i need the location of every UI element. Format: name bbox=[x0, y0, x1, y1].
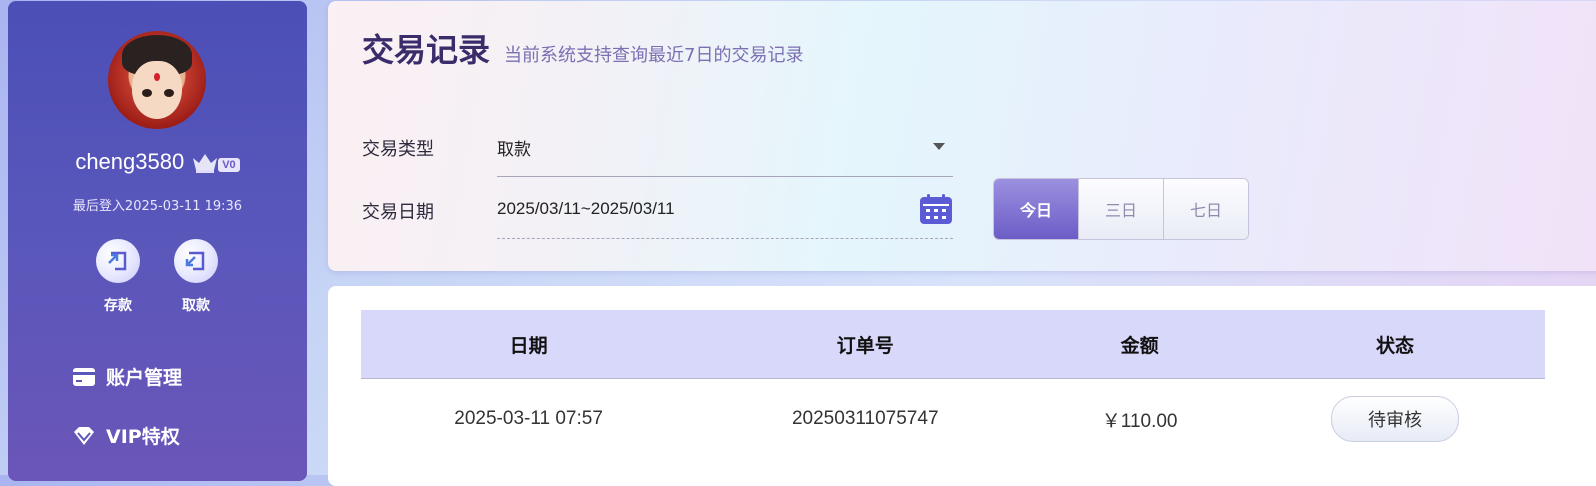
cell-date: 2025-03-11 07:57 bbox=[454, 408, 603, 429]
card-icon bbox=[73, 367, 95, 386]
deposit-icon bbox=[96, 239, 140, 283]
filter-panel: 交易记录 当前系统支持查询最近7日的交易记录 交易类型 取款 交易日期 2025… bbox=[328, 1, 1596, 271]
nav-account-label: 账户管理 bbox=[106, 367, 183, 389]
avatar[interactable] bbox=[108, 31, 206, 129]
nav-vip-privileges[interactable]: VIP特权 bbox=[72, 422, 180, 449]
transaction-type-label: 交易类型 bbox=[362, 139, 434, 160]
transactions-table: 日期 订单号 金额 状态 2025-03-11 07:57 2025031107… bbox=[361, 310, 1545, 459]
date-range-shortcuts: 今日 三日 七日 bbox=[993, 178, 1249, 240]
cell-order-number: 20250311075747 bbox=[791, 408, 939, 429]
page-subtitle: 当前系统支持查询最近7日的交易记录 bbox=[504, 45, 804, 66]
nav-vip-label: VIP特权 bbox=[106, 426, 180, 448]
transaction-type-value: 取款 bbox=[497, 140, 531, 160]
caret-down-icon bbox=[933, 143, 945, 150]
range-three-days-button[interactable]: 三日 bbox=[1078, 179, 1163, 239]
range-seven-days-button[interactable]: 七日 bbox=[1163, 179, 1248, 239]
diamond-icon bbox=[74, 426, 94, 445]
cell-amount: ￥110.00 bbox=[1101, 410, 1178, 432]
withdraw-label: 取款 bbox=[182, 298, 210, 314]
status-badge: 待审核 bbox=[1331, 396, 1459, 442]
username: cheng3580 bbox=[75, 149, 185, 174]
user-info: cheng3580 V0 bbox=[8, 147, 307, 177]
nav-account-management[interactable]: 账户管理 bbox=[72, 363, 182, 390]
column-header-date: 日期 bbox=[361, 310, 697, 379]
column-header-order: 订单号 bbox=[696, 310, 1035, 379]
range-today-button[interactable]: 今日 bbox=[994, 179, 1078, 239]
quick-actions: 存款 取款 bbox=[96, 239, 218, 315]
column-header-amount: 金额 bbox=[1034, 310, 1245, 379]
deposit-button[interactable]: 存款 bbox=[96, 239, 140, 315]
transaction-date-label: 交易日期 bbox=[362, 202, 434, 223]
sidebar: cheng3580 V0 最后登入2025-03-11 19:36 存款 取款 … bbox=[8, 1, 307, 481]
calendar-icon[interactable] bbox=[919, 193, 953, 225]
avatar-left-eye bbox=[142, 89, 152, 97]
last-login-text: 最后登入2025-03-11 19:36 bbox=[72, 199, 243, 214]
crown-icon bbox=[193, 154, 218, 173]
avatar-right-eye bbox=[164, 89, 174, 97]
results-panel: 日期 订单号 金额 状态 2025-03-11 07:57 2025031107… bbox=[328, 286, 1596, 486]
table-header-row: 日期 订单号 金额 状态 bbox=[361, 310, 1545, 379]
table-row[interactable]: 2025-03-11 07:57 20250311075747 ￥110.00 … bbox=[361, 379, 1545, 460]
column-header-status: 状态 bbox=[1245, 310, 1545, 379]
avatar-forehead-mark bbox=[154, 73, 160, 81]
transaction-type-select[interactable]: 取款 bbox=[497, 125, 953, 177]
page-title: 交易记录 bbox=[362, 31, 491, 69]
deposit-label: 存款 bbox=[104, 298, 132, 314]
cell-status: 待审核 bbox=[1245, 379, 1545, 460]
date-range-value: 2025/03/11~2025/03/11 bbox=[497, 199, 675, 218]
withdraw-icon bbox=[174, 239, 218, 283]
vip-level-badge: V0 bbox=[218, 158, 240, 172]
withdraw-button[interactable]: 取款 bbox=[174, 239, 218, 315]
avatar-face bbox=[132, 61, 182, 119]
date-range-input[interactable]: 2025/03/11~2025/03/11 bbox=[497, 188, 953, 239]
